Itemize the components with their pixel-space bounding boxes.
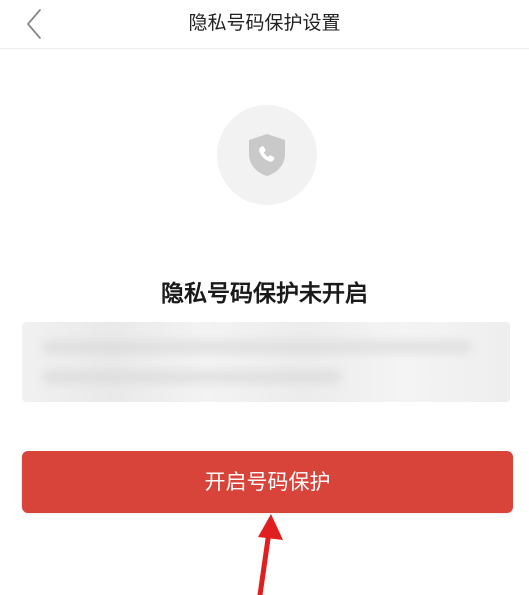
shield-phone-icon-badge [217, 105, 317, 205]
enable-number-protection-button[interactable]: 开启号码保护 [22, 451, 513, 513]
page-title: 隐私号码保护设置 [188, 12, 341, 34]
protection-status-title: 隐私号码保护未开启 [161, 281, 368, 307]
privacy-number-protection-settings-page: 隐私号码保护设置 隐私号码保护未开启 开启号码保护 [0, 0, 529, 595]
red-arrow-icon [257, 514, 283, 595]
top-navigation-bar: 隐私号码保护设置 [0, 0, 529, 49]
blurred-description [22, 322, 510, 402]
shield-phone-icon [249, 134, 285, 176]
